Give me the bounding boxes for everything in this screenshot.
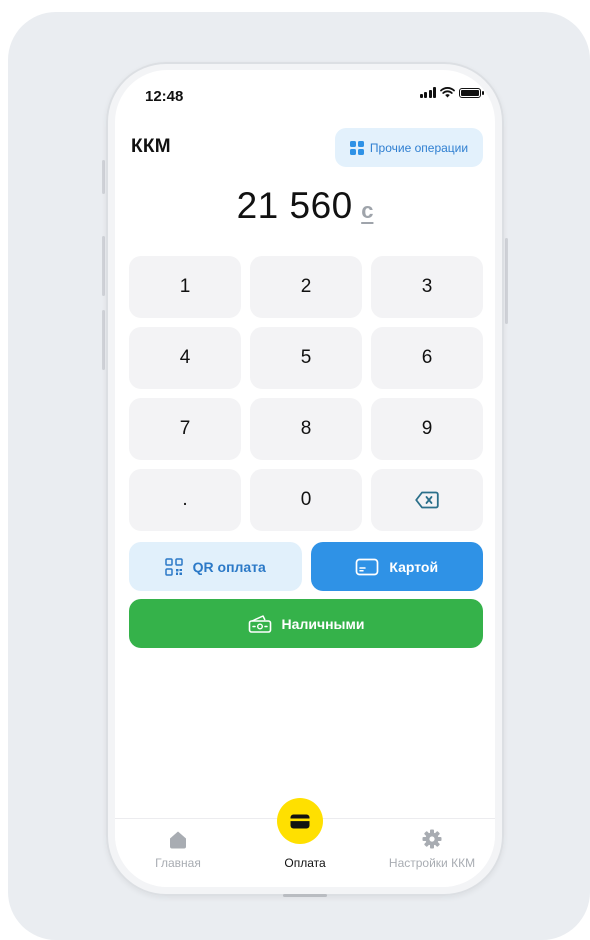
- qr-code-icon: [164, 557, 183, 576]
- signal-icon: [419, 87, 436, 98]
- amount-value: 21 560: [236, 185, 353, 226]
- payment-row: QR оплата Картой: [129, 542, 483, 591]
- tab-payment-label: Оплата: [284, 856, 326, 870]
- battery-icon: [459, 87, 484, 98]
- keypad: 1 2 3 4 5 6 7 8 9 . 0: [129, 256, 483, 531]
- page-title: ККМ: [131, 136, 171, 157]
- payment-fab[interactable]: [277, 798, 323, 844]
- status-icons: [419, 87, 484, 98]
- tab-home-label: Главная: [155, 856, 201, 870]
- wifi-icon: [440, 87, 455, 98]
- key-backspace[interactable]: [371, 469, 483, 531]
- key-8[interactable]: 8: [250, 398, 362, 460]
- qr-payment-label: QR оплата: [192, 558, 266, 575]
- key-2[interactable]: 2: [250, 256, 362, 318]
- key-9[interactable]: 9: [371, 398, 483, 460]
- cash-payment-button[interactable]: Наличными: [129, 599, 483, 648]
- status-time: 12:48: [145, 88, 184, 105]
- wallet-card-icon: [290, 814, 310, 828]
- app-screen: 12:48 ККМ Прочие операции 21 560 с 1 2 3…: [115, 70, 495, 887]
- tab-kkm-settings[interactable]: Настройки ККМ: [369, 819, 495, 887]
- phone-side-button: [102, 310, 105, 370]
- qr-payment-button[interactable]: QR оплата: [129, 542, 302, 591]
- grid-icon: [349, 140, 364, 155]
- amount-display: 21 560 с: [115, 185, 495, 227]
- key-3[interactable]: 3: [371, 256, 483, 318]
- key-4[interactable]: 4: [129, 327, 241, 389]
- key-0[interactable]: 0: [250, 469, 362, 531]
- home-icon: [170, 831, 186, 848]
- key-decimal[interactable]: .: [129, 469, 241, 531]
- card-payment-label: Картой: [389, 558, 439, 575]
- backspace-icon: [415, 491, 439, 509]
- card-payment-button[interactable]: Картой: [310, 542, 483, 591]
- other-operations-label: Прочие операции: [369, 140, 469, 155]
- tab-kkm-settings-label: Настройки ККМ: [388, 856, 476, 870]
- phone-side-button: [102, 160, 105, 194]
- phone-side-button: [505, 238, 508, 324]
- key-5[interactable]: 5: [250, 327, 362, 389]
- cash-icon: [248, 614, 271, 633]
- tab-home[interactable]: Главная: [115, 819, 241, 887]
- cash-payment-label: Наличными: [281, 615, 365, 632]
- key-1[interactable]: 1: [129, 256, 241, 318]
- home-indicator: [283, 894, 327, 897]
- amount-currency: с: [361, 198, 374, 223]
- credit-card-icon: [356, 558, 379, 575]
- key-7[interactable]: 7: [129, 398, 241, 460]
- phone-side-button: [102, 236, 105, 296]
- other-operations-button[interactable]: Прочие операции: [335, 128, 483, 167]
- key-6[interactable]: 6: [371, 327, 483, 389]
- gear-icon: [422, 829, 442, 849]
